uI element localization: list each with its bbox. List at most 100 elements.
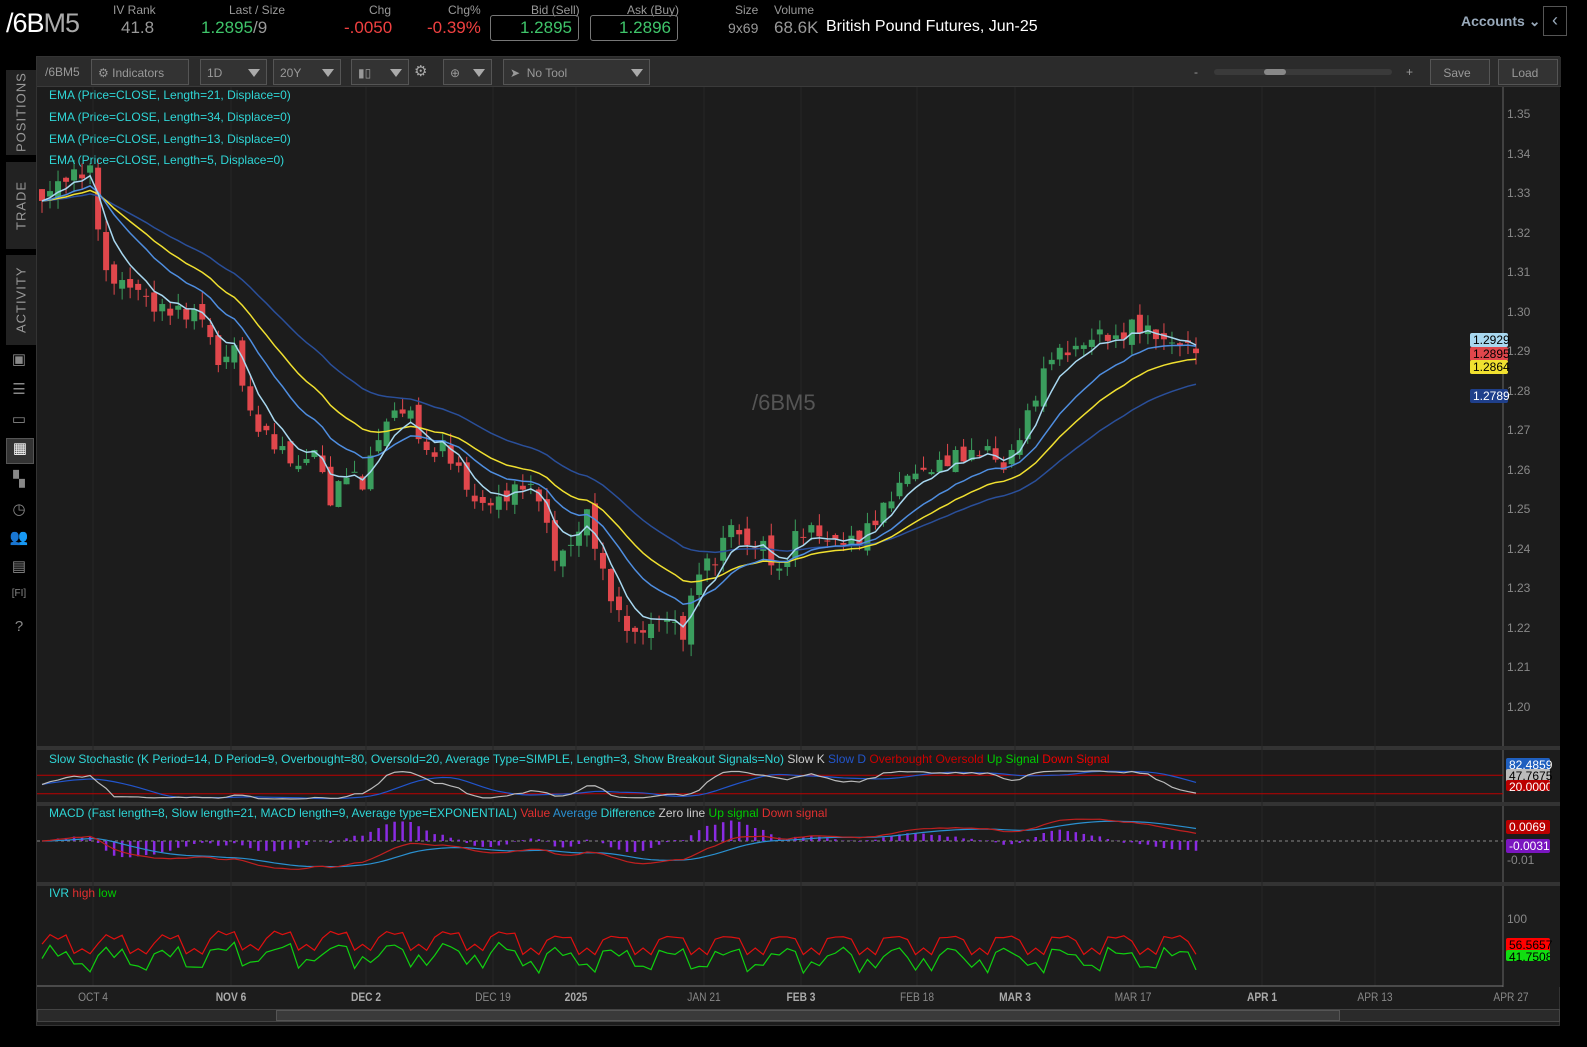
price-tick: 1.21 <box>1507 660 1531 674</box>
price-tick: 1.29 <box>1507 344 1531 358</box>
candle <box>567 544 574 546</box>
price-tick: 1.30 <box>1507 304 1531 319</box>
badge-ema5: 1.2929 <box>1470 333 1510 347</box>
candle <box>944 455 951 467</box>
candle <box>856 530 863 545</box>
candle <box>151 292 158 312</box>
candle <box>1112 335 1119 339</box>
candle <box>1128 319 1135 345</box>
candle <box>1096 329 1103 335</box>
candle <box>527 483 534 485</box>
candle <box>399 409 406 414</box>
candle <box>519 485 526 490</box>
candle <box>1080 345 1087 349</box>
ivr-low-value: 41.7508 <box>1506 950 1550 961</box>
time-label: APR 13 <box>1357 990 1393 1004</box>
price-tick: 1.27 <box>1507 423 1531 437</box>
candle <box>303 459 310 463</box>
candle <box>471 495 478 502</box>
candle <box>800 536 807 538</box>
time-label: FEB 18 <box>899 990 935 1004</box>
candle <box>551 520 558 561</box>
candle <box>1104 334 1111 341</box>
candle <box>888 501 895 509</box>
candle <box>640 630 647 633</box>
macd-value: 0.0069 <box>1506 820 1550 834</box>
candle <box>1193 348 1199 354</box>
candle <box>591 503 598 549</box>
candle <box>607 568 614 602</box>
watermark: /6BM5 <box>752 390 816 415</box>
candle <box>632 627 639 632</box>
candle <box>792 531 799 559</box>
candle <box>712 564 719 566</box>
candle <box>335 481 342 507</box>
candle <box>1064 352 1071 356</box>
stoch-legend[interactable]: Slow Stochastic (K Period=14, D Period=9… <box>49 752 1110 766</box>
macd-legend[interactable]: MACD (Fast length=8, Slow length=21, MAC… <box>49 806 827 820</box>
candle <box>744 528 751 545</box>
macd-tick: -0.01 <box>1507 853 1535 867</box>
candle <box>808 525 815 533</box>
candle <box>63 177 70 182</box>
candle <box>247 386 254 411</box>
candle <box>263 425 270 431</box>
candle <box>728 525 735 538</box>
study-ema13[interactable]: EMA (Price=CLOSE, Length=13, Displace=0) <box>49 132 291 146</box>
candle <box>1048 359 1055 365</box>
candle <box>287 441 294 464</box>
candle <box>696 574 703 595</box>
candle <box>896 482 903 497</box>
time-label: MAR 3 <box>999 990 1031 1004</box>
study-ema21[interactable]: EMA (Price=CLOSE, Length=21, Displace=0) <box>49 88 291 102</box>
candle <box>55 181 62 197</box>
candle <box>1144 325 1151 335</box>
candle <box>559 550 566 567</box>
price-tick: 1.32 <box>1507 225 1531 240</box>
candle <box>648 623 655 639</box>
candle <box>39 189 45 201</box>
badge-ema21: 1.2864 <box>1470 360 1510 374</box>
candle <box>431 452 438 457</box>
scrollbar-thumb[interactable] <box>276 1010 1340 1021</box>
candle <box>952 450 959 473</box>
time-label: NOV 6 <box>215 990 247 1004</box>
candle <box>511 484 518 505</box>
ema13-line <box>41 185 1197 606</box>
study-ema5[interactable]: EMA (Price=CLOSE, Length=5, Displace=0) <box>49 153 284 167</box>
candle <box>912 473 919 480</box>
candle <box>375 440 382 452</box>
price-tick: 1.31 <box>1507 265 1531 279</box>
time-label: JAN 21 <box>687 990 721 1004</box>
time-label: APR 27 <box>1493 990 1529 1004</box>
candle <box>1072 345 1079 350</box>
horizontal-scrollbar[interactable] <box>37 1009 1560 1022</box>
ema5-line <box>41 174 1197 628</box>
candle <box>295 465 302 470</box>
price-tick: 1.22 <box>1507 620 1531 635</box>
candle <box>872 520 879 526</box>
candle <box>103 232 110 271</box>
candle <box>1168 342 1175 344</box>
candle <box>159 304 166 312</box>
ivr-legend[interactable]: IVR high low <box>49 886 116 900</box>
candle <box>119 280 126 289</box>
candle <box>383 421 390 447</box>
candle <box>279 446 286 451</box>
candle <box>183 308 190 320</box>
candle <box>1088 339 1095 347</box>
candle <box>127 279 134 288</box>
study-ema34[interactable]: EMA (Price=CLOSE, Length=34, Displace=0) <box>49 110 291 124</box>
candle <box>455 462 462 466</box>
candle <box>704 558 711 571</box>
candle <box>79 174 86 179</box>
candle <box>135 283 142 290</box>
ema34-line <box>41 193 1197 554</box>
pane-separator <box>37 746 1560 750</box>
price-tick: 1.33 <box>1507 186 1531 200</box>
time-label: FEB 3 <box>786 990 816 1004</box>
candle <box>816 525 823 537</box>
ivr-high-line <box>41 930 1197 956</box>
candle <box>720 537 727 561</box>
badge-ema34: 1.2789 <box>1470 389 1510 403</box>
